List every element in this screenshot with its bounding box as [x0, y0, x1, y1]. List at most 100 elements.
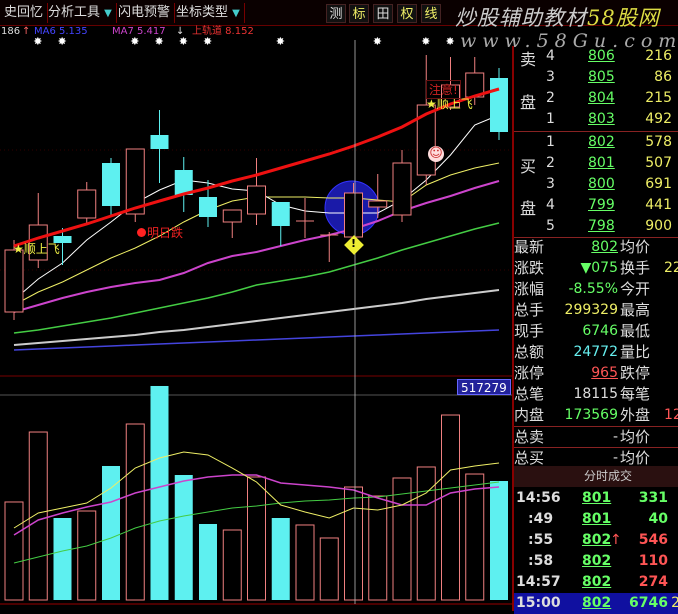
- quote-0-label: 最新: [514, 238, 545, 256]
- order_book-sell-0-level: 4: [546, 48, 555, 64]
- quote-row: 总卖 - 均价: [514, 426, 678, 447]
- ticks-rows-0-time: 14:56: [516, 490, 561, 506]
- candle-body: [490, 78, 508, 132]
- signal-dot-icon: ✸: [155, 35, 164, 48]
- buy-level-row: 3 800 691: [514, 174, 678, 195]
- order_book-buy-2-level: 3: [546, 176, 555, 192]
- order_book-buy-1-price: 801: [588, 155, 615, 171]
- ticks-rows-1-vol: 40: [648, 511, 668, 527]
- quote-0-label2: 均价: [620, 238, 651, 256]
- volume-bar: [465, 473, 485, 601]
- volume-bar: [344, 486, 363, 601]
- diamond-mark: !: [351, 237, 357, 250]
- quote-row: 现手 6746 最低: [514, 321, 678, 342]
- forecast-label: 明日跌: [137, 224, 183, 241]
- buy-level-row: 2 801 507: [514, 153, 678, 174]
- signal-dot-icon: ✸: [421, 35, 430, 48]
- tick-row: :58 802 110: [514, 551, 678, 572]
- quote-1-value: ▼075: [580, 260, 619, 276]
- tick-row: :49 801 40: [514, 509, 678, 530]
- candle-body: [150, 135, 169, 149]
- tick-row: :55 802 ↑ 546: [514, 530, 678, 551]
- buy-level-row: 1 802 578: [514, 132, 678, 153]
- ticks-rows-3-price: 802: [582, 553, 612, 569]
- volume-max-label: 517279: [457, 379, 511, 395]
- volume-bar: [174, 475, 193, 600]
- quote-8-label2: 外盘: [620, 406, 651, 424]
- tick-row: 14:56 801 331: [514, 488, 678, 509]
- candle-body: [247, 185, 266, 215]
- candle-body: [368, 200, 388, 208]
- order_book-buy-4-price: 798: [588, 218, 615, 234]
- ticks-rows-3-time: :58: [528, 553, 554, 569]
- volume-bar: [150, 385, 169, 600]
- sell-level-row: 2 804 215: [514, 88, 678, 109]
- quote-row: 最新 802 均价: [514, 237, 678, 258]
- order_book-buy-1-level: 2: [546, 155, 555, 171]
- volume-bar: [199, 523, 217, 600]
- ticks-rows-2-time: :55: [528, 532, 554, 548]
- smiley-icon: ☺: [428, 146, 444, 162]
- quote-7-label2: 每笔: [620, 385, 651, 403]
- volume-bar: [222, 529, 242, 601]
- order_book-sell-1-level: 3: [546, 69, 555, 85]
- candle-body: [271, 202, 290, 226]
- quote-2-label: 涨幅: [514, 280, 545, 298]
- quote-row: 总额 24772 量比: [514, 342, 678, 363]
- order_book-buy-1-vol: 507: [645, 155, 672, 171]
- quote-8-label: 内盘: [514, 406, 545, 424]
- volume-bar: [125, 423, 145, 601]
- signal-dot-icon: ✸: [179, 35, 188, 48]
- quote-row: 总买 - 均价: [514, 447, 678, 468]
- volume-bar: [271, 517, 290, 600]
- quote-0-value: 802: [591, 239, 618, 255]
- order_book-sell-3-level: 1: [546, 111, 555, 127]
- candle-body: [392, 162, 412, 216]
- volume-bar: [28, 431, 48, 601]
- signal-dot-icon: ✸: [203, 35, 212, 48]
- signal-label-1: ★顺上飞: [13, 240, 60, 257]
- volume-bar: [102, 465, 120, 600]
- quote-1-value2: 22: [664, 260, 678, 276]
- order_book-buy-4-level: 5: [546, 218, 555, 234]
- buy-label: 买: [520, 157, 537, 176]
- ticks-rows-0-vol: 331: [638, 490, 668, 506]
- ticks-header[interactable]: 分时成交: [514, 466, 678, 487]
- quote-5-label: 总额: [514, 343, 545, 361]
- sell-label: 卖: [520, 50, 537, 69]
- quote-8-value: 173569: [564, 407, 618, 423]
- quote-1-label: 涨跌: [514, 259, 545, 277]
- ticks-rows-0-price: 801: [582, 490, 612, 506]
- ma60-line: [13, 289, 500, 346]
- quote-3-label: 总手: [514, 301, 545, 319]
- red-dot-icon: [137, 228, 146, 237]
- volume-bar: [392, 477, 412, 601]
- sell-label-2: 盘: [520, 93, 537, 112]
- star-icon: ★: [13, 242, 24, 256]
- ticks-rows-1-time: :49: [528, 511, 554, 527]
- volume-bar: [295, 524, 315, 601]
- quote-3-label2: 最高: [620, 301, 651, 319]
- quote-5-value: 24772: [573, 344, 618, 360]
- quote-row: 总笔 18115 每笔: [514, 384, 678, 405]
- order_book-buy-2-price: 800: [588, 176, 615, 192]
- ticks-rows-4-vol: 274: [638, 574, 668, 590]
- quote-row: 涨幅 -8.55% 今开: [514, 279, 678, 300]
- quote-1-label2: 换手: [620, 259, 651, 277]
- quote-6-label2: 跌停: [620, 364, 651, 382]
- order_book-buy-0-level: 1: [546, 134, 555, 150]
- ticks-rows-2-vol: 546: [638, 532, 668, 548]
- ticks-rows-3-vol: 110: [638, 553, 668, 569]
- signal-dot-icon: ✸: [373, 35, 382, 48]
- annotations-signal_1: 顺上飞: [23, 242, 60, 256]
- quote-2-value: -8.55%: [568, 281, 618, 297]
- quote-2-label2: 今开: [620, 280, 651, 298]
- candle-body: [77, 189, 97, 219]
- signal-dot-icon: ✸: [58, 35, 67, 48]
- volume-bar: [53, 517, 72, 600]
- ticks-rows-2-price: 802: [582, 532, 612, 548]
- volume-bar: [319, 537, 339, 601]
- star-icon: ★: [426, 97, 437, 111]
- order_book-buy-3-vol: 441: [645, 197, 672, 213]
- volume-bar: [77, 510, 97, 601]
